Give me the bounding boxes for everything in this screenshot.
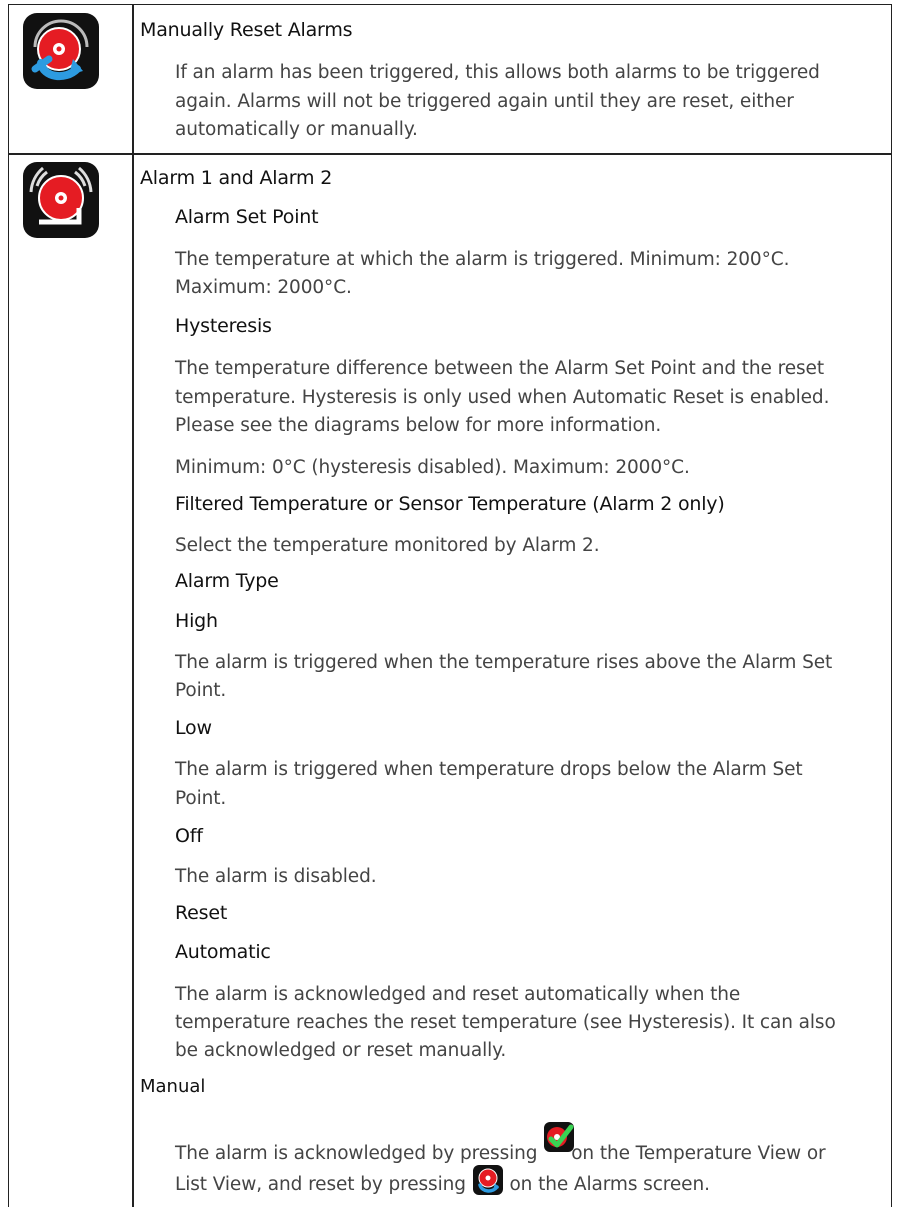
alarm-bell-icon	[23, 162, 99, 238]
automatic-line-3: be acknowledged or reset manually.	[175, 1040, 507, 1061]
manual-heading: Manual	[140, 1076, 206, 1097]
row-divider	[9, 153, 891, 155]
low-line-1: The alarm is triggered when temperature …	[175, 759, 803, 780]
manual-reset-icon	[23, 13, 99, 89]
low-heading: Low	[175, 717, 212, 739]
automatic-line-1: The alarm is acknowledged and reset auto…	[175, 984, 741, 1005]
setpoint-line-1: The temperature at which the alarm is tr…	[175, 249, 790, 270]
high-line-1: The alarm is triggered when the temperat…	[175, 652, 833, 673]
automatic-line-2: temperature reaches the reset temperatur…	[175, 1012, 836, 1033]
settings-table: Manually Reset Alarms If an alarm has be…	[8, 4, 892, 1207]
automatic-heading: Automatic	[175, 941, 271, 963]
manual-reset-icon	[472, 1165, 503, 1195]
low-line-2: Point.	[175, 788, 227, 809]
hysteresis-range: Minimum: 0°C (hysteresis disabled). Maxi…	[175, 457, 690, 478]
manual-line-1: The alarm is acknowledged by pressing on…	[175, 1121, 826, 1168]
manual-reset-desc-3: automatically or manually.	[175, 119, 418, 140]
high-heading: High	[175, 610, 218, 632]
hysteresis-line-1: The temperature difference between the A…	[175, 358, 824, 379]
off-heading: Off	[175, 825, 203, 847]
alarm-type-heading: Alarm Type	[175, 570, 279, 592]
reset-heading: Reset	[175, 902, 228, 924]
hysteresis-line-3: Please see the diagrams below for more i…	[175, 415, 662, 436]
filtered-heading: Filtered Temperature or Sensor Temperatu…	[175, 493, 725, 515]
manual-reset-title: Manually Reset Alarms	[140, 19, 353, 41]
off-text: The alarm is disabled.	[175, 866, 377, 887]
manual-line-2-before: List View, and reset by pressing	[175, 1174, 472, 1195]
hysteresis-line-2: temperature. Hysteresis is only used whe…	[175, 387, 830, 408]
manual-reset-desc-2: again. Alarms will not be triggered agai…	[175, 91, 794, 112]
alarm-section-title: Alarm 1 and Alarm 2	[140, 167, 333, 189]
manual-line-1-before: The alarm is acknowledged by pressing	[175, 1143, 544, 1164]
setpoint-line-2: Maximum: 2000°C.	[175, 277, 352, 298]
filtered-text: Select the temperature monitored by Alar…	[175, 535, 600, 556]
setpoint-heading: Alarm Set Point	[175, 206, 319, 228]
high-line-2: Point.	[175, 680, 227, 701]
manual-line-2-after: on the Alarms screen.	[503, 1174, 710, 1195]
manual-line-2: List View, and reset by pressing on the …	[175, 1164, 710, 1199]
column-divider	[132, 5, 134, 1207]
hysteresis-heading: Hysteresis	[175, 315, 272, 337]
manual-reset-desc-1: If an alarm has been triggered, this all…	[175, 62, 820, 83]
manual-line-1-after: on the Temperature View or	[571, 1143, 826, 1164]
